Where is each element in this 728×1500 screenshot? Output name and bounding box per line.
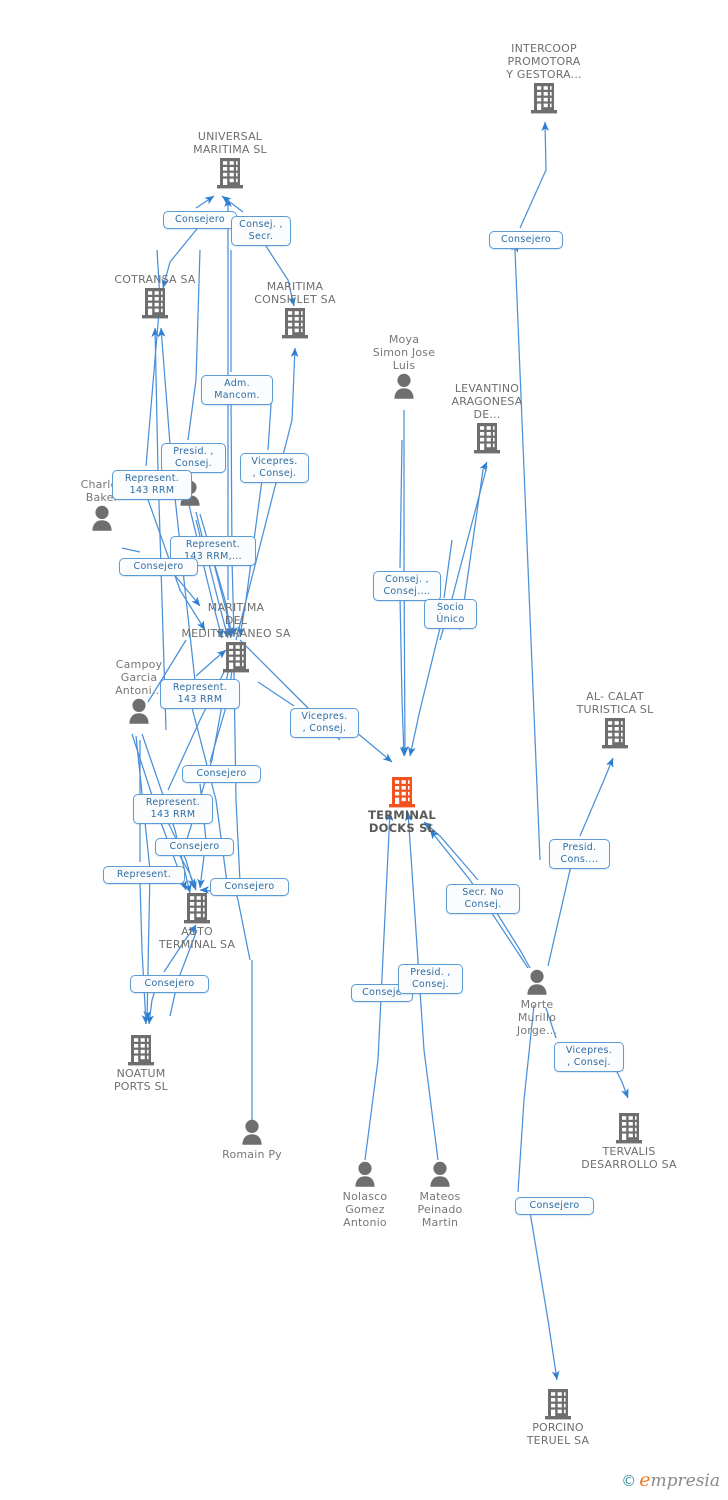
building-icon (616, 1113, 642, 1144)
person-icon (430, 1161, 450, 1187)
relation-label[interactable]: Represent. 143 RRM (160, 679, 240, 709)
node-morte[interactable]: Morte Murillo Jorge... (462, 968, 612, 1037)
relation-label[interactable]: Presid. , Consej. (398, 964, 463, 994)
building-icon (223, 642, 249, 673)
person-icon (527, 969, 547, 995)
node-universal[interactable]: UNIVERSAL MARITIMA SL (155, 130, 305, 190)
relation-label[interactable]: Presid. , Consej. (161, 443, 226, 473)
node-intercoop[interactable]: INTERCOOP PROMOTORA Y GESTORA... (469, 42, 619, 115)
relation-label[interactable]: Consejero (489, 231, 563, 249)
relation-label[interactable]: Vicepres. , Consej. (554, 1042, 624, 1072)
building-icon (474, 423, 500, 454)
diagram-canvas: INTERCOOP PROMOTORA Y GESTORA... UNIVERSA… (0, 0, 728, 1500)
node-alcalat[interactable]: AL- CALAT TURISTICA SL (540, 690, 690, 750)
person-icon (92, 505, 112, 531)
building-icon (389, 777, 415, 808)
node-porcino[interactable]: PORCINO TERUEL SA (483, 1387, 633, 1447)
relation-label[interactable]: Consejero (210, 878, 289, 896)
relation-label[interactable]: Represent. 143 RRM (133, 794, 213, 824)
edge-layer (121, 121, 629, 1381)
node-cotransa[interactable]: COTRANSA SA (80, 273, 230, 320)
node-label: Morte Murillo Jorge... (516, 998, 558, 1037)
node-label: PORCINO TERUEL SA (526, 1421, 590, 1447)
relation-label[interactable]: Consejero (155, 838, 234, 856)
relation-label[interactable]: Represent. (103, 866, 185, 884)
node-label: MARITIMA DEL MEDITERRANEO SA (181, 601, 291, 640)
node-terminal[interactable]: TERMINAL DOCKS SL (327, 775, 477, 835)
relation-label[interactable]: Consejero (182, 765, 261, 783)
building-icon (545, 1389, 571, 1420)
relation-label[interactable]: Consejero (163, 211, 237, 229)
node-mateos[interactable]: Mateos Peinado Martin (365, 1160, 515, 1229)
person-icon (129, 698, 149, 724)
node-label: INTERCOOP PROMOTORA Y GESTORA... (506, 42, 582, 81)
relation-label[interactable]: Vicepres. , Consej. (290, 708, 359, 738)
person-icon (242, 1119, 262, 1145)
node-noatum[interactable]: NOATUM PORTS SL (66, 1033, 216, 1093)
node-label: MARITIMA CONSIFLET SA (254, 280, 336, 306)
node-label: AUTO TERMINAL SA (158, 925, 236, 951)
relation-label[interactable]: Socio Único (424, 599, 477, 629)
node-label: TERVALIS DESARROLLO SA (581, 1145, 677, 1171)
building-icon (282, 308, 308, 339)
copyright-icon: © (621, 1471, 637, 1490)
node-label: UNIVERSAL MARITIMA SL (193, 130, 267, 156)
relation-label[interactable]: Consejero (130, 975, 209, 993)
node-romain[interactable]: Romain Py (177, 1118, 327, 1161)
brand-name: empresia (639, 1469, 720, 1491)
building-icon (128, 1035, 154, 1066)
node-autoterm[interactable]: AUTO TERMINAL SA (122, 891, 272, 951)
relation-label[interactable]: Represent. 143 RRM (112, 470, 192, 500)
node-label: Mateos Peinado Martin (417, 1190, 463, 1229)
node-label: TERMINAL DOCKS SL (368, 808, 436, 835)
relation-label[interactable]: Consej. , Secr. (231, 216, 291, 246)
node-label: AL- CALAT TURISTICA SL (576, 690, 654, 716)
node-label: COTRANSA SA (114, 273, 196, 286)
node-consiflet[interactable]: MARITIMA CONSIFLET SA (220, 280, 370, 340)
node-label: NOATUM PORTS SL (113, 1067, 169, 1093)
node-label: Moya Simon Jose Luis (372, 333, 436, 372)
relation-label[interactable]: Presid. Cons.... (549, 839, 610, 869)
watermark: © empresia (621, 1469, 720, 1491)
relation-label[interactable]: Consejero (119, 558, 198, 576)
relation-label[interactable]: Adm. Mancom. (201, 375, 273, 405)
node-levantino[interactable]: LEVANTINO ARAGONESA DE... (412, 382, 562, 455)
node-label: LEVANTINO ARAGONESA DE... (451, 382, 523, 421)
building-icon (531, 83, 557, 114)
building-icon (602, 718, 628, 749)
building-icon (184, 893, 210, 924)
node-tervalis[interactable]: TERVALIS DESARROLLO SA (554, 1111, 704, 1171)
building-icon (142, 288, 168, 319)
building-icon (217, 158, 243, 189)
relation-label[interactable]: Consejero (515, 1197, 594, 1215)
relation-label[interactable]: Vicepres. , Consej. (240, 453, 309, 483)
relation-label[interactable]: Consej. , Consej.... (373, 571, 441, 601)
relation-label[interactable]: Secr. No Consej. (446, 884, 520, 914)
